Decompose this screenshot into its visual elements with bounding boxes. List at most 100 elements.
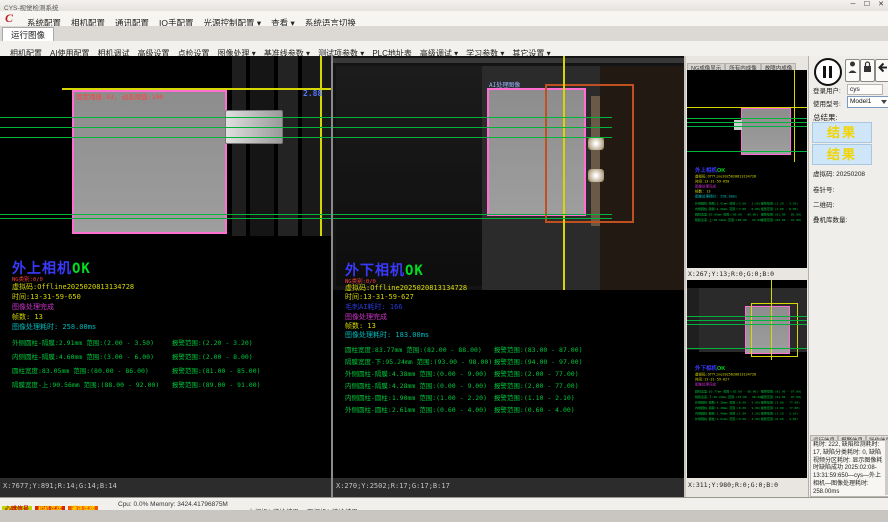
result-box-upper: 结果: [812, 122, 872, 143]
measurement-text: 圆柱宽度:83.77mm 范围:(82.00 - 88.00): [695, 389, 759, 394]
alarm-range-text: 报警范围:(2.00 - 77.00): [761, 401, 800, 405]
measurement-text: 隔膜宽度-下:95.24mm 范围:(93.00 - 98.00): [695, 395, 759, 400]
tab-row: 运行图像: [0, 26, 888, 42]
pause-icon: [823, 66, 826, 78]
measurement-text: 外侧圆柱-圆柱:2.61mm 范围:(0.60 - 4.00): [345, 404, 490, 414]
result-status: OK: [72, 261, 91, 277]
alarm-range-text: 报警范围:(83.00 - 87.00): [494, 346, 583, 354]
qr-code-label: 二维码:: [813, 199, 834, 209]
elapsed-label: 图像处理耗时: 258.00ms: [12, 322, 96, 332]
alarm-range-text: 报警范围:(89.00 - 91.00): [761, 219, 802, 223]
minimize-button[interactable]: ─: [846, 0, 860, 10]
cpu-memory-text: Cpu: 0.0% Memory: 3424.41796875M: [118, 501, 228, 508]
green-guide-line: [687, 118, 807, 119]
green-guide-line: [0, 214, 331, 215]
threshold-label: 固定阈值:93, 动态阈值:100: [76, 91, 163, 101]
close-button[interactable]: ✕: [874, 0, 888, 10]
alarm-range-text: 报警范围:(0.60 - 4.00): [494, 406, 575, 414]
alarm-range-text: 报警范围:(2.00 - 77.00): [761, 407, 800, 411]
image-texture: [302, 56, 331, 236]
ai-elapsed-label: 毛刺AI耗时: 166: [345, 302, 403, 312]
menu-bar: C 系统配置相机配置通讯配置IO手配置光源控制配置 ▾查看 ▾系统语言切换: [0, 11, 888, 27]
green-guide-line: [687, 324, 807, 325]
alarm-range-text: 报警范围:(2.00 - 77.00): [494, 382, 579, 390]
back-arrow-icon: [877, 60, 888, 75]
alarm-range-text: 报警范围:(81.00 - 85.00): [761, 213, 802, 217]
barcode-label: 虚拟码:Offline2025020813134728: [12, 282, 134, 292]
measurement-text: 圆柱宽度:83.05mm 范围:(80.00 - 86.00): [12, 365, 168, 375]
green-guide-line: [687, 316, 807, 317]
right-sidebar: 登录用户: cys 使用型号: Model1 总结果: 结果 结果 虚拟码: 2…: [808, 56, 888, 497]
result-status: OK: [405, 263, 424, 279]
green-guide-line: [687, 122, 807, 123]
model-label: 使用型号:: [813, 98, 841, 108]
green-guide-line: [333, 214, 612, 215]
elapsed-label: 图像处理耗时: 183.00ms: [345, 330, 429, 340]
left-camera-panel[interactable]: 固定阈值:93, 动态阈值:100 2.88 外上相机OK NG类别:0/0 虚…: [0, 56, 331, 478]
user-value-field[interactable]: cys: [847, 84, 883, 95]
chevron-down-icon: [881, 100, 887, 104]
image-texture: [336, 66, 483, 286]
logout-button[interactable]: [875, 59, 888, 82]
thumb-measurement-list: 外侧圆柱-隔膜:2.91mm 范围:(2.00 - 3.50) 报警范围:(2.…: [695, 201, 805, 223]
image-texture: [232, 56, 246, 236]
alarm-range-text: 报警范围:(2.00 - 8.00): [172, 353, 253, 361]
user-icon: [848, 60, 857, 75]
thumbnail-upper-camera[interactable]: 外上相机OK 虚拟码:Offline2025020813134728 时间:13…: [687, 70, 807, 268]
thumb-measurement-list: 圆柱宽度:83.77mm 范围:(82.00 - 88.00) 报警范围:(83…: [695, 389, 805, 422]
ai-image-label: AI处理图像: [489, 80, 520, 89]
run-log[interactable]: 耗时: 222, 缺陷检测耗时: 17, 缺陷分类耗时: 0, 缺陷视频分区耗时…: [810, 440, 888, 497]
yellow-guide-line: [794, 70, 795, 162]
needle-label: 卷针号:: [813, 184, 834, 194]
cell-region-outline: [72, 90, 227, 234]
pause-button[interactable]: [814, 58, 842, 86]
user-button[interactable]: [845, 59, 860, 82]
alarm-range-text: 报警范围:(2.00 - 8.00): [761, 208, 798, 212]
model-select[interactable]: Model1: [847, 96, 888, 108]
alarm-range-text: 报警范围:(81.00 - 85.00): [172, 367, 261, 375]
alarm-range-text: 报警范围:(2.00 - 77.00): [494, 370, 579, 378]
tab-run-image[interactable]: 运行图像: [2, 27, 54, 42]
highlight-blob: [588, 137, 604, 150]
middle-measurement-list: 圆柱宽度:83.77mm 范围:(82.00 - 88.00) 报警范围:(83…: [345, 344, 583, 416]
process-done-label: 图像处理完成: [12, 302, 54, 312]
image-texture: [278, 56, 298, 236]
green-guide-line: [687, 348, 807, 349]
thumbnail-overlay: 外上相机OK 虚拟码:Offline2025020813134728 时间:13…: [695, 166, 805, 223]
measurement-row: 隔膜宽度-下:95.24mm 范围:(93.00 - 98.00) 报警范围:(…: [345, 356, 583, 368]
measure-value-label: 2.88: [303, 89, 322, 98]
green-guide-line: [333, 117, 612, 118]
maximize-button[interactable]: ☐: [860, 0, 874, 10]
tool-bar: 相机配置AI使用配置相机调试高级设置点检设置图像处理 ▾基准线参数 ▾测试项参数…: [0, 41, 888, 57]
result-box-lower: 结果: [812, 144, 872, 165]
green-guide-line: [333, 137, 612, 138]
user-label: 登录用户:: [813, 85, 841, 95]
green-guide-line: [333, 218, 612, 219]
app-logo-icon: C: [5, 11, 13, 26]
measurement-row: 圆柱宽度:83.05mm 范围:(80.00 - 86.00) 报警范围:(81…: [12, 365, 261, 379]
lock-button[interactable]: [860, 59, 875, 82]
measurement-row: 隔膜宽度-上:90.56mm 范围:(88.00 - 92.00) 报警范围:(…: [12, 379, 261, 393]
bottom-filler: [0, 510, 888, 522]
measurement-row: 外侧圆柱-圆柱:2.61mm 范围:(0.60 - 4.00) 报警范围:(0.…: [345, 404, 583, 416]
virtual-code-row: 虚拟码: 20250208: [813, 168, 865, 178]
measurement-row: 内侧圆柱-圆柱:1.90mm 范围:(1.00 - 2.20) 报警范围:(1.…: [345, 392, 583, 404]
camera-result-title: 外上相机OK: [695, 166, 805, 174]
green-guide-line: [0, 137, 331, 138]
alarm-range-text: 报警范围:(1.10 - 2.10): [494, 394, 575, 402]
measurement-row: 圆柱宽度:83.77mm 范围:(82.00 - 88.00) 报警范围:(83…: [345, 344, 583, 356]
pause-icon: [829, 66, 832, 78]
lock-icon: [863, 60, 872, 75]
highlight-blob: [588, 169, 604, 182]
virtual-code-value: 20250208: [836, 171, 865, 178]
thumbnail-lower-camera[interactable]: 外下相机OK 虚拟码:Offline2025020813134728 时间:13…: [687, 280, 807, 478]
alarm-range-text: 报警范围:(2.20 - 3.20): [761, 202, 798, 206]
alarm-range-text: 报警范围:(1.10 - 2.10): [761, 412, 798, 416]
stack-count-label: 叠机库数量:: [813, 214, 847, 224]
measurement-row: 内侧圆柱-隔膜:4.28mm 范围:(0.00 - 9.00) 报警范围:(2.…: [345, 380, 583, 392]
green-guide-line: [0, 127, 331, 128]
middle-camera-panel[interactable]: AI处理图像 外下相机OK NG类别:0/0 虚拟码:Offline202502…: [333, 56, 684, 478]
measurement-text: 外侧圆柱-隔膜:2.91mm 范围:(2.00 - 3.50): [695, 201, 759, 206]
measurement-row: 外侧圆柱-隔膜:2.91mm 范围:(2.00 - 3.50) 报警范围:(2.…: [12, 337, 261, 351]
alarm-range-text: 报警范围:(0.60 - 4.00): [761, 418, 798, 422]
